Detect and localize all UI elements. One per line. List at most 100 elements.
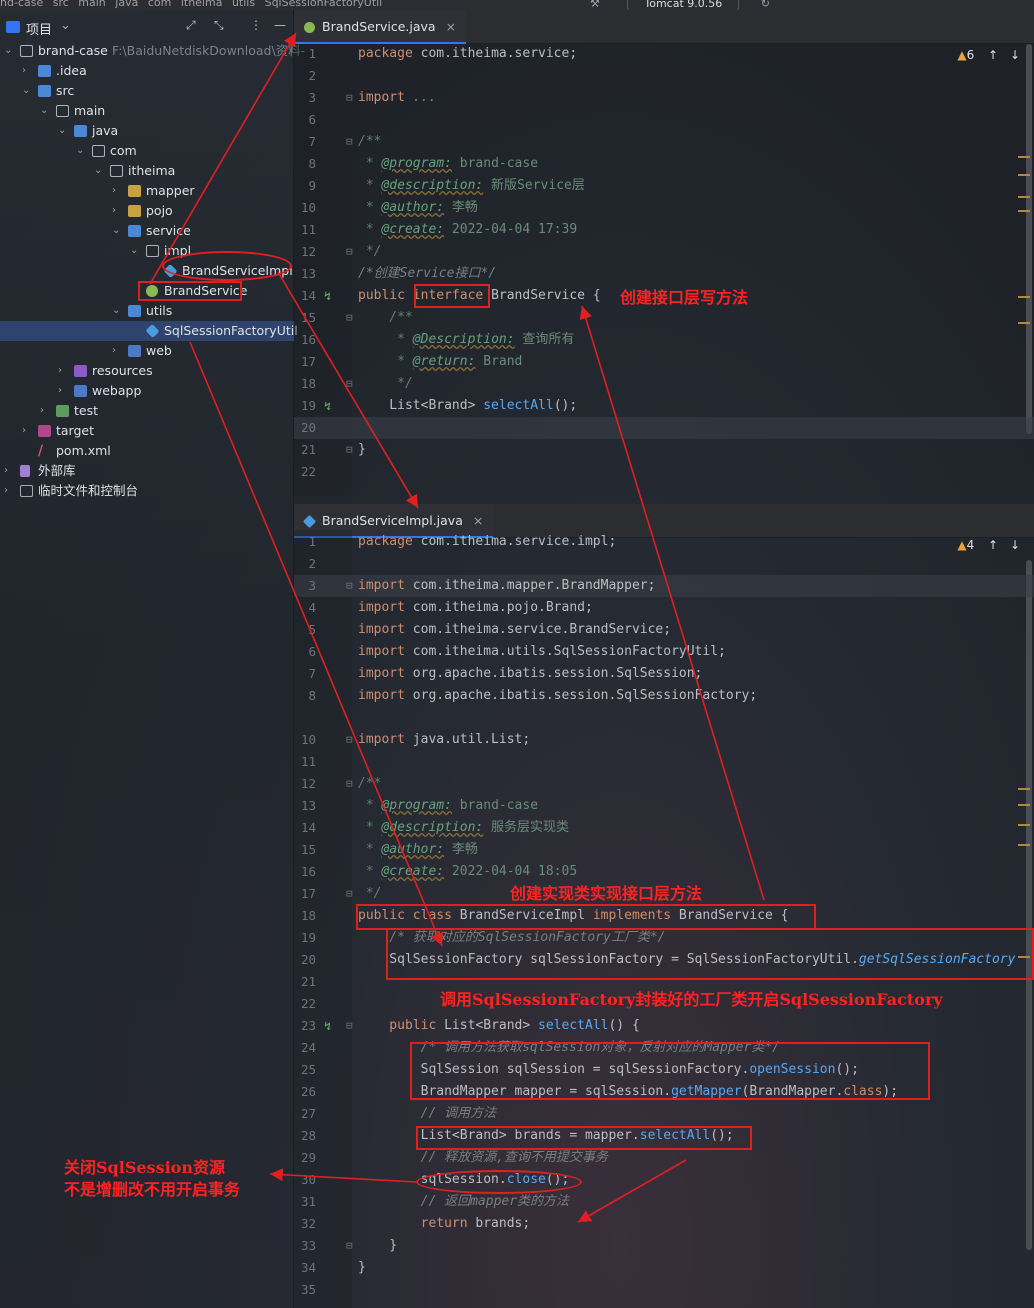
line-number[interactable]: 11: [294, 751, 316, 773]
line-number[interactable]: 11: [294, 219, 316, 241]
chevron-right-icon[interactable]: ›: [58, 381, 70, 401]
code-line[interactable]: 4 import com.itheima.pojo.Brand;: [294, 597, 1034, 619]
line-number[interactable]: 15: [294, 307, 316, 329]
chevron-right-icon[interactable]: ›: [4, 481, 16, 501]
breadcrumb-item[interactable]: utils: [232, 0, 255, 9]
build-icon[interactable]: ⚒: [590, 0, 600, 10]
project-title[interactable]: 项目: [26, 19, 52, 38]
line-number[interactable]: 21: [294, 439, 316, 461]
line-number[interactable]: 12: [294, 773, 316, 795]
tree-item[interactable]: ⌄ itheima: [0, 161, 294, 181]
code-line[interactable]: 10 * @author: 李畅: [294, 197, 1034, 219]
chevron-down-icon[interactable]: ⌄: [60, 18, 71, 33]
chevron-down-icon[interactable]: ⌄: [40, 101, 52, 121]
tree-item[interactable]: ⌄ com: [0, 141, 294, 161]
chevron-down-icon[interactable]: ⌄: [22, 81, 34, 101]
line-number[interactable]: 5: [294, 619, 316, 641]
line-number[interactable]: 1: [294, 531, 316, 553]
code-line[interactable]: 20: [294, 417, 1034, 439]
code-line[interactable]: 6 import com.itheima.utils.SqlSessionFact…: [294, 641, 1034, 663]
line-number[interactable]: 23: [294, 1015, 316, 1037]
line-number[interactable]: 27: [294, 1103, 316, 1125]
code-line[interactable]: 35: [294, 1279, 1034, 1301]
expand-all-icon[interactable]: ⤢: [186, 18, 196, 33]
line-number[interactable]: 7: [294, 663, 316, 685]
code-line[interactable]: 12 ⊟ */: [294, 241, 1034, 263]
line-number[interactable]: 1: [294, 43, 316, 65]
code-line[interactable]: 12 ⊟ /**: [294, 773, 1034, 795]
code-line[interactable]: 13 * @program: brand-case: [294, 795, 1034, 817]
tree-item[interactable]: ⌄ src: [0, 81, 294, 101]
chevron-right-icon[interactable]: ›: [22, 421, 34, 441]
tree-item[interactable]: › pojo: [0, 201, 294, 221]
line-number[interactable]: 20: [294, 949, 316, 971]
code-line[interactable]: 8 * @program: brand-case: [294, 153, 1034, 175]
line-number[interactable]: 6: [294, 109, 316, 131]
chevron-down-icon[interactable]: ⌄: [112, 221, 124, 241]
code-line[interactable]: 10 ⊟ import java.util.List;: [294, 729, 1034, 751]
run-config-select[interactable]: Tomcat 9.0.56: [627, 0, 740, 10]
code-line[interactable]: 11 * @create: 2022-04-04 17:39: [294, 219, 1034, 241]
tree-item[interactable]: › web: [0, 341, 294, 361]
breadcrumb-item[interactable]: SqlSessionFactoryUtil: [265, 0, 383, 9]
line-number[interactable]: 32: [294, 1213, 316, 1235]
refresh-icon[interactable]: ↻: [761, 0, 770, 10]
fold-icon[interactable]: ⊟: [346, 1015, 353, 1037]
line-number[interactable]: 16: [294, 329, 316, 351]
chevron-down-icon[interactable]: ⌄: [94, 161, 106, 181]
tree-item[interactable]: SqlSessionFactoryUtil: [0, 321, 298, 341]
chevron-down-icon[interactable]: ⌄: [112, 301, 124, 321]
line-number[interactable]: 14: [294, 817, 316, 839]
breadcrumb-item[interactable]: main: [78, 0, 105, 9]
line-number[interactable]: 14: [294, 285, 316, 307]
line-number[interactable]: 22: [294, 993, 316, 1015]
fold-icon[interactable]: ⊟: [346, 307, 353, 329]
fold-icon[interactable]: ⊟: [346, 575, 353, 597]
line-number[interactable]: 28: [294, 1125, 316, 1147]
collapse-all-icon[interactable]: ⤡: [214, 18, 224, 33]
tree-item[interactable]: ⌄ java: [0, 121, 294, 141]
line-number[interactable]: 3: [294, 87, 316, 109]
breadcrumb-item[interactable]: java: [115, 0, 138, 9]
code-line[interactable]: 9 * @description: 新版Service层: [294, 175, 1034, 197]
chevron-right-icon[interactable]: ›: [40, 401, 52, 421]
line-number[interactable]: 8: [294, 153, 316, 175]
breadcrumb-item[interactable]: src: [53, 0, 69, 9]
line-number[interactable]: 15: [294, 839, 316, 861]
tree-item[interactable]: › test: [0, 401, 294, 421]
line-number[interactable]: 29: [294, 1147, 316, 1169]
line-number[interactable]: 25: [294, 1059, 316, 1081]
chevron-right-icon[interactable]: ›: [112, 181, 124, 201]
line-number[interactable]: 33: [294, 1235, 316, 1257]
code-line[interactable]: 2: [294, 65, 1034, 87]
line-number[interactable]: 30: [294, 1169, 316, 1191]
code-line[interactable]: 8 import org.apache.ibatis.session.SqlSes…: [294, 685, 1034, 707]
tree-item[interactable]: › mapper: [0, 181, 294, 201]
tree-item[interactable]: › target: [0, 421, 294, 441]
code-line[interactable]: 13 /*创建Service接口*/: [294, 263, 1034, 285]
fold-icon[interactable]: ⊟: [346, 87, 353, 109]
code-line[interactable]: 32 return brands;: [294, 1213, 1034, 1235]
line-number[interactable]: 2: [294, 553, 316, 575]
tree-item[interactable]: › resources: [0, 361, 294, 381]
tree-item[interactable]: / pom.xml: [0, 441, 294, 461]
code-line[interactable]: 3 ⊟ import com.itheima.mapper.BrandMapper;: [294, 575, 1034, 597]
fold-icon[interactable]: ⊟: [346, 439, 353, 461]
line-number[interactable]: 17: [294, 351, 316, 373]
fold-icon[interactable]: ⊟: [346, 373, 353, 395]
close-icon[interactable]: ×: [446, 19, 456, 34]
tree-item[interactable]: ⌄ brand-case F:\BaiduNetdiskDownload\资料-: [0, 41, 305, 61]
code-line[interactable]: 17 * @return: Brand: [294, 351, 1034, 373]
line-number[interactable]: 19: [294, 395, 316, 417]
line-number[interactable]: 16: [294, 861, 316, 883]
code-line[interactable]: 33 ⊟ }: [294, 1235, 1034, 1257]
code-line[interactable]: 1 package com.itheima.service.impl;: [294, 531, 1034, 553]
close-icon[interactable]: ×: [473, 513, 483, 528]
tree-item[interactable]: › .idea: [0, 61, 294, 81]
code-line[interactable]: 19 ↯ List<Brand> selectAll();: [294, 395, 1034, 417]
line-number[interactable]: 7: [294, 131, 316, 153]
tab-brandservice[interactable]: BrandService.java ×: [294, 10, 467, 44]
tree-item[interactable]: › 临时文件和控制台: [0, 481, 294, 501]
chevron-down-icon[interactable]: ⌄: [76, 141, 88, 161]
code-line[interactable]: 16 * @Description: 查询所有: [294, 329, 1034, 351]
